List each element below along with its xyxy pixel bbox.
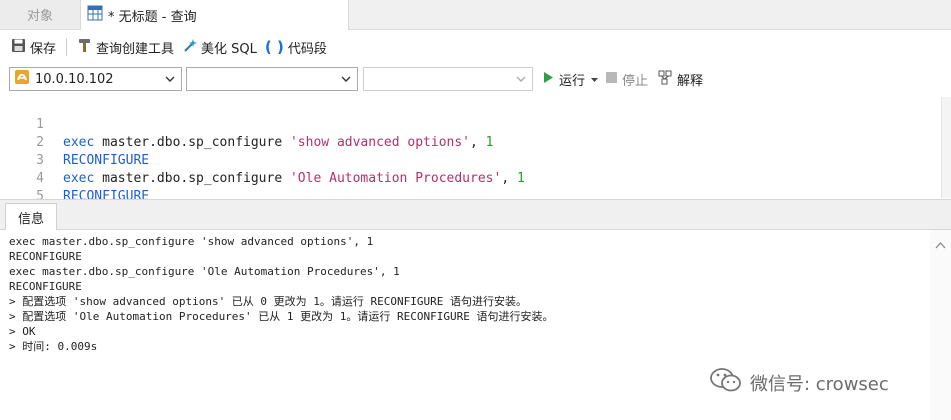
schema-select[interactable] bbox=[363, 67, 533, 91]
server-icon bbox=[14, 69, 30, 89]
caret-down-icon bbox=[591, 72, 599, 87]
tab-info-label: 信息 bbox=[17, 211, 44, 227]
watermark-text: 微信号: crowsec bbox=[750, 373, 889, 395]
query-builder-button[interactable]: 查询创建工具 bbox=[73, 35, 178, 59]
sql-editor[interactable]: 1 exec master.dbo.sp_configure 'show adv… bbox=[0, 97, 941, 204]
output-line: > 时间: 0.009s bbox=[9, 340, 98, 353]
chevron-down-icon bbox=[340, 72, 352, 86]
code-snippet-label: 代码段 bbox=[287, 41, 327, 57]
editor-line: 3 exec master.dbo.sp_configure 'Ole Auto… bbox=[0, 134, 941, 186]
server-value: 10.0.10.102 bbox=[35, 71, 114, 87]
magic-wand-icon bbox=[182, 38, 201, 57]
tab-query[interactable]: * 无标题 - 查询 bbox=[81, 0, 349, 30]
output-line: exec master.dbo.sp_configure 'Ole Automa… bbox=[9, 265, 400, 278]
save-button[interactable]: 保存 bbox=[7, 35, 60, 59]
editor-line: 4 RECONFIGURE bbox=[0, 152, 941, 204]
result-panel-tabs: 信息 bbox=[0, 199, 951, 230]
explain-icon bbox=[658, 70, 673, 89]
tab-objects[interactable]: 对象 bbox=[0, 0, 81, 29]
tab-bar: 对象 * 无标题 - 查询 bbox=[0, 0, 951, 30]
editor-line: 2 RECONFIGURE bbox=[0, 116, 941, 168]
scroll-up-icon[interactable] bbox=[935, 238, 946, 253]
save-icon bbox=[11, 38, 30, 57]
wechat-logo-icon bbox=[710, 367, 750, 398]
tab-query-label: * 无标题 - 查询 bbox=[108, 9, 197, 25]
output-line: exec master.dbo.sp_configure 'show advan… bbox=[9, 235, 374, 248]
output-line: > OK bbox=[9, 325, 36, 338]
save-label: 保存 bbox=[30, 41, 57, 57]
wechat-watermark: 微信号: crowsec bbox=[710, 367, 889, 398]
output-line: RECONFIGURE bbox=[9, 280, 82, 293]
database-select[interactable] bbox=[186, 67, 358, 91]
explain-button[interactable]: 解释 bbox=[658, 70, 703, 89]
editor-line: 5 bbox=[0, 170, 941, 204]
output-line: > 配置选项 'Ole Automation Procedures' 已从 1 … bbox=[9, 310, 554, 323]
explain-label: 解释 bbox=[677, 73, 704, 89]
connection-bar: 10.0.10.102 运行 停止 解释 bbox=[0, 64, 951, 94]
run-controls: 运行 停止 解释 bbox=[542, 68, 703, 90]
server-select[interactable]: 10.0.10.102 bbox=[9, 67, 182, 91]
beautify-sql-label: 美化 SQL bbox=[201, 41, 257, 57]
toolbar-divider bbox=[66, 38, 68, 56]
tab-objects-label: 对象 bbox=[26, 9, 53, 24]
output-line: RECONFIGURE bbox=[9, 250, 82, 263]
output-line: > 配置选项 'show advanced options' 已从 0 更改为 … bbox=[9, 295, 528, 308]
stop-label: 停止 bbox=[622, 73, 649, 89]
stop-button[interactable]: 停止 bbox=[606, 70, 648, 89]
hammer-icon bbox=[77, 38, 96, 57]
output-scrollbar[interactable] bbox=[930, 230, 951, 420]
stop-icon bbox=[606, 71, 618, 87]
toolbar: 保存 查询创建工具 美化 SQL ( ) 代码段 bbox=[0, 33, 951, 61]
beautify-sql-button[interactable]: 美化 SQL bbox=[178, 35, 261, 59]
chevron-down-icon bbox=[515, 72, 527, 86]
play-icon bbox=[542, 71, 554, 88]
query-table-icon bbox=[87, 5, 108, 25]
run-button[interactable]: 运行 bbox=[542, 70, 599, 89]
editor-scroll-strip bbox=[941, 97, 951, 198]
chevron-down-icon bbox=[164, 72, 176, 86]
editor-line: 1 exec master.dbo.sp_configure 'show adv… bbox=[0, 98, 941, 150]
tab-info[interactable]: 信息 bbox=[5, 203, 57, 230]
code-snippet-button[interactable]: ( ) 代码段 bbox=[261, 35, 331, 59]
parentheses-icon: ( ) bbox=[264, 38, 284, 56]
run-label: 运行 bbox=[559, 73, 586, 89]
query-builder-label: 查询创建工具 bbox=[96, 41, 175, 57]
